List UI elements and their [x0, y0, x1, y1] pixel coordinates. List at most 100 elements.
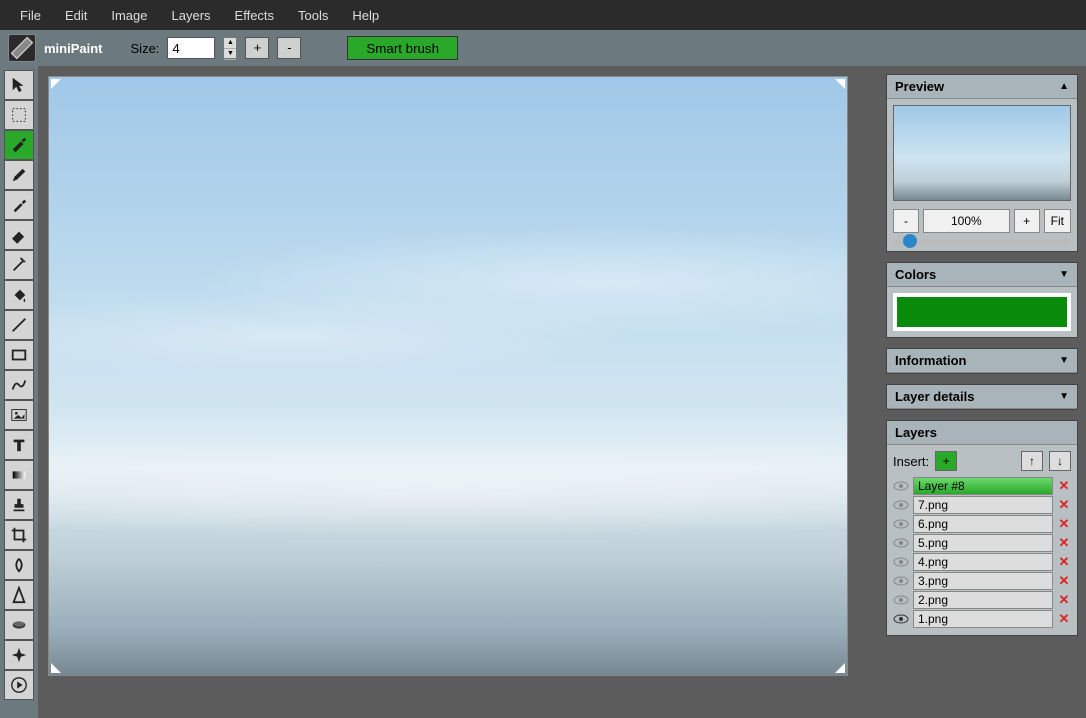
- tool-wand-icon[interactable]: [4, 250, 34, 280]
- layer-down-button[interactable]: ↓: [1049, 451, 1071, 471]
- corner-handle-tr[interactable]: [831, 79, 845, 93]
- tool-line-icon[interactable]: [4, 310, 34, 340]
- menubar: File Edit Image Layers Effects Tools Hel…: [0, 0, 1086, 30]
- collapse-icon[interactable]: ▼: [1059, 355, 1069, 366]
- tool-eraser-icon[interactable]: [4, 220, 34, 250]
- layer-delete-button[interactable]: ✕: [1057, 554, 1071, 570]
- layer-row: 2.png✕: [893, 591, 1071, 609]
- zoom-slider[interactable]: [893, 239, 1071, 245]
- layer-name[interactable]: 6.png: [913, 515, 1053, 533]
- tool-brush-icon[interactable]: [4, 130, 34, 160]
- layer-name[interactable]: 7.png: [913, 496, 1053, 514]
- tool-rectangle-icon[interactable]: [4, 340, 34, 370]
- insert-label: Insert:: [893, 454, 929, 469]
- menu-image[interactable]: Image: [99, 8, 159, 23]
- size-spinner[interactable]: ▲▼: [223, 37, 237, 59]
- layers-header[interactable]: Layers: [887, 421, 1077, 445]
- menu-help[interactable]: Help: [340, 8, 391, 23]
- layer-name[interactable]: 1.png: [913, 610, 1053, 628]
- layer-visibility-icon[interactable]: [893, 497, 909, 513]
- layers-title: Layers: [895, 425, 937, 440]
- main-area: Preview ▲ - 100% + Fit Colors ▼: [0, 66, 1086, 718]
- layer-delete-button[interactable]: ✕: [1057, 592, 1071, 608]
- layer-row: 5.png✕: [893, 534, 1071, 552]
- colors-title: Colors: [895, 267, 936, 282]
- size-minus-button[interactable]: -: [277, 37, 301, 59]
- corner-handle-tl[interactable]: [51, 79, 65, 93]
- layer-delete-button[interactable]: ✕: [1057, 535, 1071, 551]
- layer-details-header[interactable]: Layer details ▼: [887, 385, 1077, 409]
- menu-tools[interactable]: Tools: [286, 8, 340, 23]
- corner-handle-bl[interactable]: [51, 659, 65, 673]
- menu-edit[interactable]: Edit: [53, 8, 99, 23]
- layer-visibility-icon[interactable]: [893, 573, 909, 589]
- tool-play-icon[interactable]: [4, 670, 34, 700]
- layer-delete-button[interactable]: ✕: [1057, 497, 1071, 513]
- size-input[interactable]: [167, 37, 215, 59]
- layer-visibility-icon[interactable]: [893, 611, 909, 627]
- tool-blur-icon[interactable]: [4, 550, 34, 580]
- menu-file[interactable]: File: [8, 8, 53, 23]
- tool-eyedropper-icon[interactable]: [4, 190, 34, 220]
- tool-sharpen-icon[interactable]: [4, 580, 34, 610]
- information-panel: Information ▼: [886, 348, 1078, 374]
- layer-row: 3.png✕: [893, 572, 1071, 590]
- preview-title: Preview: [895, 79, 944, 94]
- preview-panel: Preview ▲ - 100% + Fit: [886, 74, 1078, 252]
- layer-up-button[interactable]: ↑: [1021, 451, 1043, 471]
- tool-image-icon[interactable]: [4, 400, 34, 430]
- layer-delete-button[interactable]: ✕: [1057, 516, 1071, 532]
- layer-delete-button[interactable]: ✕: [1057, 611, 1071, 627]
- colors-header[interactable]: Colors ▼: [887, 263, 1077, 287]
- layer-visibility-icon[interactable]: [893, 592, 909, 608]
- layer-visibility-icon[interactable]: [893, 516, 909, 532]
- corner-handle-br[interactable]: [831, 659, 845, 673]
- information-header[interactable]: Information ▼: [887, 349, 1077, 373]
- tool-pencil-icon[interactable]: [4, 160, 34, 190]
- tool-selection-icon[interactable]: [4, 100, 34, 130]
- tool-gradient-icon[interactable]: [4, 460, 34, 490]
- tool-distort-icon[interactable]: [4, 610, 34, 640]
- zoom-slider-thumb[interactable]: [903, 234, 917, 248]
- tool-freeform-icon[interactable]: [4, 370, 34, 400]
- tool-magic-icon[interactable]: [4, 640, 34, 670]
- zoom-out-button[interactable]: -: [893, 209, 919, 233]
- layer-delete-button[interactable]: ✕: [1057, 573, 1071, 589]
- canvas[interactable]: [48, 76, 848, 676]
- tool-pointer-icon[interactable]: [4, 70, 34, 100]
- layer-add-button[interactable]: +: [935, 451, 957, 471]
- right-panels: Preview ▲ - 100% + Fit Colors ▼: [878, 66, 1086, 718]
- collapse-icon[interactable]: ▲: [1059, 81, 1069, 92]
- layer-name[interactable]: Layer #8: [913, 477, 1053, 495]
- collapse-icon[interactable]: ▼: [1059, 269, 1069, 280]
- layer-name[interactable]: 5.png: [913, 534, 1053, 552]
- layer-visibility-icon[interactable]: [893, 478, 909, 494]
- menu-layers[interactable]: Layers: [160, 8, 223, 23]
- layer-name[interactable]: 3.png: [913, 572, 1053, 590]
- preview-header[interactable]: Preview ▲: [887, 75, 1077, 99]
- layer-visibility-icon[interactable]: [893, 535, 909, 551]
- layer-visibility-icon[interactable]: [893, 554, 909, 570]
- zoom-fit-button[interactable]: Fit: [1044, 209, 1071, 233]
- app-title: miniPaint: [44, 41, 103, 56]
- smart-brush-button[interactable]: Smart brush: [347, 36, 458, 60]
- size-plus-button[interactable]: +: [245, 37, 269, 59]
- preview-thumbnail[interactable]: [893, 105, 1071, 201]
- collapse-icon[interactable]: ▼: [1059, 391, 1069, 402]
- layer-details-panel: Layer details ▼: [886, 384, 1078, 410]
- layer-row: Layer #8✕: [893, 477, 1071, 495]
- size-label: Size:: [131, 41, 160, 56]
- tool-stamp-icon[interactable]: [4, 490, 34, 520]
- tool-crop-icon[interactable]: [4, 520, 34, 550]
- app-logo-icon: [8, 34, 36, 62]
- menu-effects[interactable]: Effects: [223, 8, 287, 23]
- tool-text-icon[interactable]: [4, 430, 34, 460]
- zoom-in-button[interactable]: +: [1014, 209, 1040, 233]
- layer-name[interactable]: 4.png: [913, 553, 1053, 571]
- tool-fill-icon[interactable]: [4, 280, 34, 310]
- zoom-value[interactable]: 100%: [923, 209, 1010, 233]
- color-swatch[interactable]: [893, 293, 1071, 331]
- layer-name[interactable]: 2.png: [913, 591, 1053, 609]
- layers-list: Layer #8✕7.png✕6.png✕5.png✕4.png✕3.png✕2…: [893, 477, 1071, 628]
- layer-delete-button[interactable]: ✕: [1057, 478, 1071, 494]
